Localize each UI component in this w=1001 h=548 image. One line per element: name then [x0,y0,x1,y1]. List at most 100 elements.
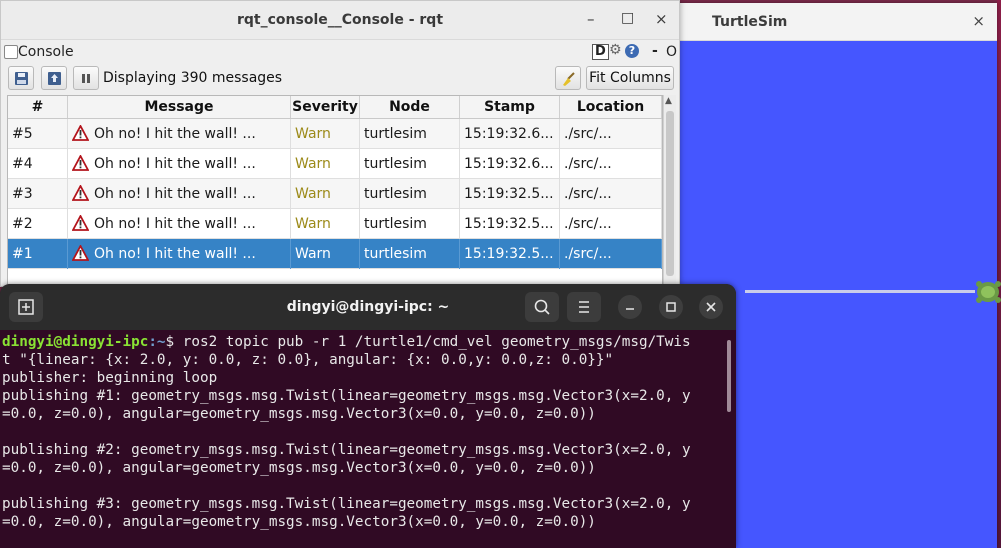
gear-icon[interactable]: ⚙ [609,42,622,58]
message-text: Oh no! I hit the wall! ... [94,126,256,142]
plugin-icon [4,45,18,59]
plugin-title: Console [18,44,74,60]
terminal-output[interactable]: dingyi@dingyi-ipc:~$ ros2 topic pub -r 1… [2,333,726,531]
message-text: Oh no! I hit the wall! ... [94,216,256,232]
cell-message: Oh no! I hit the wall! ... [68,239,291,269]
message-text: Oh no! I hit the wall! ... [94,246,256,262]
rqt-titlebar[interactable]: rqt_console__Console - rqt – □ × [1,1,679,40]
warning-icon [72,124,89,141]
command-text-continued: t "{linear: {x: 2.0, y: 0.0, z: 0.0}, an… [2,352,614,368]
table-row[interactable]: #1 Oh no! I hit the wall! ... Warn turtlesi… [8,239,662,269]
table-row[interactable]: #3 Oh no! I hit the wall! ... Warn turtlesi… [8,179,662,209]
terminal-minimize-button[interactable] [618,295,642,319]
table-row[interactable]: #2 Oh no! I hit the wall! ... Warn turtlesi… [8,209,662,239]
terminal-line: publishing #1: geometry_msgs.msg.Twist(l… [2,388,691,404]
cell-severity: Warn [291,119,360,149]
scroll-up-arrow-icon[interactable]: ▲ [665,96,672,106]
load-icon [48,72,61,85]
terminal-line: =0.0, z=0.0), angular=geometry_msgs.msg.… [2,514,596,530]
cell-location: ./src/... [560,179,662,209]
cell-stamp: 15:19:32.5... [460,239,560,269]
turtlesim-titlebar[interactable]: TurtleSim × [677,3,997,41]
terminal-line: =0.0, z=0.0), angular=geometry_msgs.msg.… [2,406,596,422]
clear-button[interactable] [555,66,581,90]
column-header-number[interactable]: # [8,96,68,118]
column-header-location[interactable]: Location [560,96,662,118]
cell-message: Oh no! I hit the wall! ... [68,149,291,179]
menu-button[interactable] [567,292,601,322]
desktop-background [997,0,1001,548]
turtle-icon [976,281,1001,303]
rqt-console-window[interactable]: rqt_console__Console - rqt – □ × Console… [0,0,680,288]
cell-node: turtlesim [360,119,460,149]
warning-icon [72,154,89,171]
search-button[interactable] [525,292,559,322]
table-body: #6Oh no! I hit the wall! ...Warnturtlesi… [8,96,662,269]
terminal-maximize-button[interactable] [659,295,683,319]
plugin-close-button[interactable]: O [666,44,677,60]
cell-location: ./src/... [560,239,662,269]
cell-severity: Warn [291,239,360,269]
cell-severity: Warn [291,149,360,179]
table-row[interactable]: #4 Oh no! I hit the wall! ... Warn turtlesi… [8,149,662,179]
cell-stamp: 15:19:32.6... [460,149,560,179]
help-icon[interactable]: ? [625,44,639,58]
scrollbar-thumb[interactable] [666,111,674,276]
terminal-window[interactable]: dingyi@dingyi-ipc: ~ dingyi@dingyi-ipc:~… [0,284,736,548]
warning-icon [72,214,89,231]
cell-location: ./src/... [560,209,662,239]
terminal-close-button[interactable] [699,295,723,319]
load-button[interactable] [41,66,67,90]
prompt-user: dingyi@dingyi-ipc [2,334,149,350]
prompt-symbol: $ [165,334,175,350]
rqt-title: rqt_console__Console - rqt [236,12,444,28]
cell-stamp: 15:19:32.6... [460,119,560,149]
plugin-minimize-button[interactable]: - [652,43,658,59]
cell-node: turtlesim [360,149,460,179]
cell-severity: Warn [291,179,360,209]
plugin-header: Console D ⚙ ? - O [1,41,677,63]
message-text: Oh no! I hit the wall! ... [94,156,256,172]
terminal-headerbar[interactable]: dingyi@dingyi-ipc: ~ [0,284,736,330]
cell-number: #1 [8,239,68,269]
column-header-node[interactable]: Node [360,96,460,118]
messages-table[interactable]: # Message Severity Node Stamp Location #… [7,95,663,288]
warning-icon [72,184,89,201]
column-header-severity[interactable]: Severity [291,96,360,118]
terminal-line: publisher: beginning loop [2,370,218,386]
minimize-button[interactable]: – [587,10,595,28]
dock-button[interactable]: D [592,44,609,60]
table-header: # Message Severity Node Stamp Location [8,96,662,119]
save-button[interactable] [8,66,34,90]
message-count: Displaying 390 messages [103,70,283,86]
pause-button[interactable] [73,66,99,90]
turtlesim-close-button[interactable]: × [972,12,985,30]
warning-icon [72,244,89,261]
cell-message: Oh no! I hit the wall! ... [68,179,291,209]
terminal-scrollbar[interactable] [727,340,731,412]
maximize-button[interactable]: □ [621,10,634,26]
cell-node: turtlesim [360,239,460,269]
terminal-line: =0.0, z=0.0), angular=geometry_msgs.msg.… [2,460,596,476]
cell-number: #3 [8,179,68,209]
table-scrollbar[interactable]: ▲ [663,95,676,286]
cell-stamp: 15:19:32.5... [460,209,560,239]
column-header-stamp[interactable]: Stamp [460,96,560,118]
close-icon [706,302,716,312]
maximize-icon [666,302,676,312]
table-row[interactable]: #5 Oh no! I hit the wall! ... Warn turtlesi… [8,119,662,149]
cell-location: ./src/... [560,149,662,179]
turtlesim-title: TurtleSim [712,14,788,30]
pause-icon [82,74,90,83]
prompt-path: :~ [148,334,166,350]
fit-columns-button[interactable]: Fit Columns [586,66,674,90]
cell-number: #2 [8,209,68,239]
cell-node: turtlesim [360,179,460,209]
save-icon [15,72,28,85]
column-header-message[interactable]: Message [68,96,291,118]
cell-node: turtlesim [360,209,460,239]
message-text: Oh no! I hit the wall! ... [94,186,256,202]
close-button[interactable]: × [655,10,668,28]
cell-location: ./src/... [560,119,662,149]
hamburger-icon [579,301,589,313]
